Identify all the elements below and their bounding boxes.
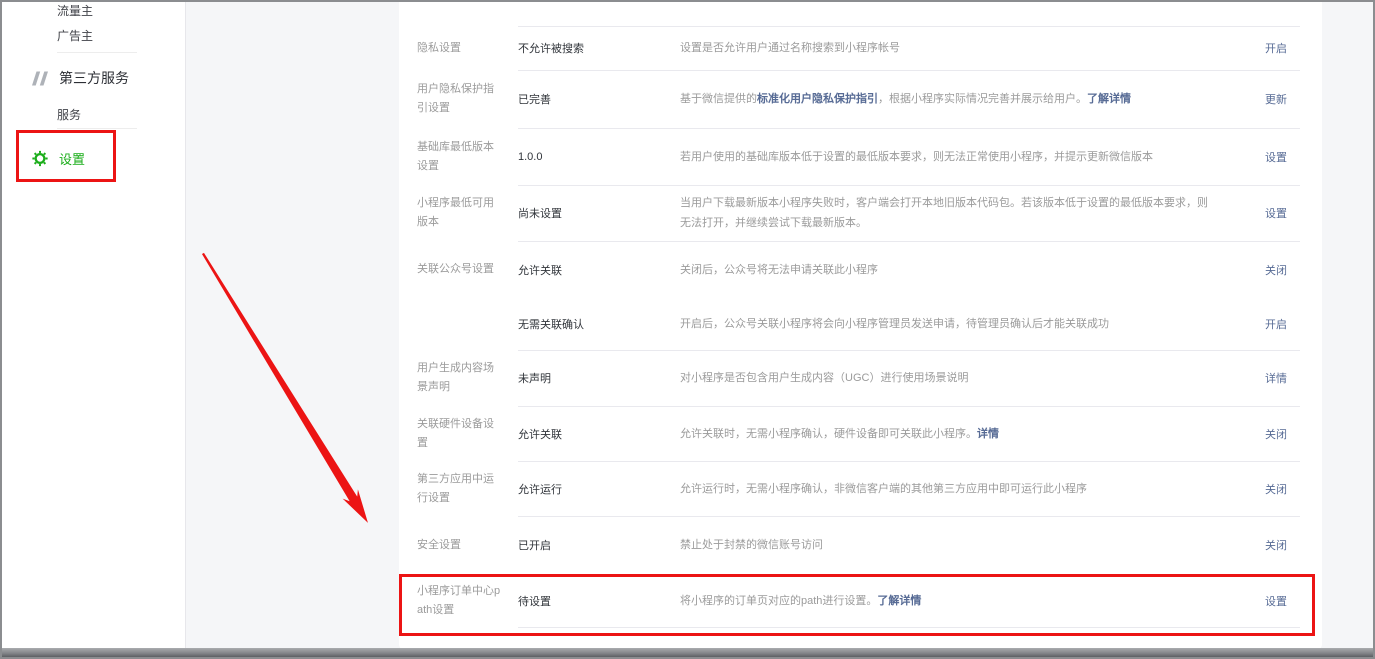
setting-description: 允许关联时，无需小程序确认，硬件设备即可关联此小程序。详情	[680, 424, 1244, 444]
description-link[interactable]: 标准化用户隐私保护指引	[757, 93, 878, 105]
sidebar-item-third-party-services[interactable]: 第三方服务	[32, 68, 129, 88]
setting-action-link[interactable]: 更新	[1265, 94, 1287, 106]
settings-row: 用户隐私保护指引设置 已完善 基于微信提供的标准化用户隐私保护指引，根据小程序实…	[399, 70, 1322, 128]
setting-value: 未声明	[518, 370, 680, 386]
sidebar-item-advertiser[interactable]: 广告主	[57, 27, 93, 44]
setting-value: 允许关联	[518, 262, 680, 278]
setting-label: 关联硬件设备设置	[417, 415, 518, 453]
settings-row: 小程序订单中心path设置 待设置 将小程序的订单页对应的path进行设置。了解…	[399, 574, 1322, 627]
settings-row: 关联公众号设置 允许关联 关闭后，公众号将无法申请关联此小程序 关闭	[399, 241, 1322, 298]
setting-action-link[interactable]: 关闭	[1265, 484, 1287, 496]
setting-description: 开启后，公众号关联小程序将会向小程序管理员发送申请，待管理员确认后才能关联成功	[680, 314, 1244, 334]
setting-label: 隐私设置	[417, 39, 518, 58]
description-link[interactable]: 了解详情	[877, 595, 921, 607]
setting-value: 已开启	[518, 537, 680, 553]
sidebar: 流量主 广告主 第三方服务 服务	[2, 2, 186, 649]
settings-row: 第三方应用中运行设置 允许运行 允许运行时，无需小程序确认，非微信客户端的其他第…	[399, 461, 1322, 516]
setting-action-cell: 设置	[1244, 204, 1300, 222]
settings-row: 小程序最低可用版本 尚未设置 当用户下载最新版本小程序失败时，客户端会打开本地旧…	[399, 185, 1322, 241]
setting-value: 待设置	[518, 593, 680, 609]
setting-label: 关联公众号设置	[417, 260, 518, 279]
setting-value: 尚未设置	[518, 205, 680, 221]
setting-action-link[interactable]: 设置	[1265, 208, 1287, 220]
sidebar-item-label: 第三方服务	[59, 68, 129, 88]
description-link[interactable]: 了解详情	[1087, 93, 1131, 105]
settings-row: 无需关联确认 开启后，公众号关联小程序将会向小程序管理员发送申请，待管理员确认后…	[399, 298, 1322, 350]
setting-description: 将小程序的订单页对应的path进行设置。了解详情	[680, 591, 1244, 611]
settings-row: 关联硬件设备设置 允许关联 允许关联时，无需小程序确认，硬件设备即可关联此小程序…	[399, 406, 1322, 461]
setting-action-link[interactable]: 详情	[1265, 373, 1287, 385]
setting-action-cell: 设置	[1244, 148, 1300, 166]
setting-description: 关闭后，公众号将无法申请关联此小程序	[680, 260, 1244, 280]
setting-action-link[interactable]: 关闭	[1265, 540, 1287, 552]
setting-value: 不允许被搜索	[518, 40, 680, 56]
window-bottom-edge	[2, 648, 1373, 657]
setting-action-link[interactable]: 设置	[1265, 152, 1287, 164]
setting-description: 当用户下载最新版本小程序失败时，客户端会打开本地旧版本代码包。若该版本低于设置的…	[680, 193, 1244, 233]
settings-row: 用户生成内容场景声明 未声明 对小程序是否包含用户生成内容（UGC）进行使用场景…	[399, 350, 1322, 406]
setting-description: 禁止处于封禁的微信账号访问	[680, 535, 1244, 555]
setting-value: 1.0.0	[518, 151, 680, 163]
setting-action-cell: 关闭	[1244, 425, 1300, 443]
setting-label: 用户隐私保护指引设置	[417, 80, 518, 118]
setting-action-link[interactable]: 开启	[1265, 43, 1287, 55]
setting-label: 基础库最低版本设置	[417, 138, 518, 176]
row-divider	[518, 627, 1300, 628]
setting-action-link[interactable]: 设置	[1265, 596, 1287, 608]
setting-action-cell: 开启	[1244, 315, 1300, 333]
gear-icon	[32, 151, 48, 167]
setting-label: 安全设置	[417, 536, 518, 555]
sidebar-item-settings[interactable]: 设置	[32, 149, 85, 168]
setting-value: 已完善	[518, 91, 680, 107]
app-window: 流量主 广告主 第三方服务 服务	[0, 0, 1375, 659]
sidebar-divider	[57, 52, 137, 53]
setting-value: 允许运行	[518, 481, 680, 497]
settings-row: 隐私设置 不允许被搜索 设置是否允许用户通过名称搜索到小程序帐号 开启	[399, 26, 1322, 70]
setting-description: 基于微信提供的标准化用户隐私保护指引，根据小程序实际情况完善并展示给用户。了解详…	[680, 89, 1244, 109]
setting-action-link[interactable]: 开启	[1265, 319, 1287, 331]
setting-action-cell: 设置	[1244, 592, 1300, 610]
setting-value: 允许关联	[518, 426, 680, 442]
setting-description: 设置是否允许用户通过名称搜索到小程序帐号	[680, 38, 1244, 58]
setting-value: 无需关联确认	[518, 316, 680, 332]
sidebar-item-label: 设置	[59, 149, 85, 168]
setting-action-cell: 关闭	[1244, 536, 1300, 554]
setting-action-cell: 关闭	[1244, 480, 1300, 498]
settings-row: 安全设置 已开启 禁止处于封禁的微信账号访问 关闭	[399, 516, 1322, 574]
sidebar-divider	[57, 128, 137, 129]
setting-description: 若用户使用的基础库版本低于设置的最低版本要求，则无法正常使用小程序，并提示更新微…	[680, 147, 1244, 167]
sidebar-item-services[interactable]: 服务	[57, 106, 81, 123]
settings-panel: 隐私设置 不允许被搜索 设置是否允许用户通过名称搜索到小程序帐号 开启 用户隐私…	[399, 2, 1322, 650]
setting-label: 小程序订单中心path设置	[417, 582, 518, 620]
setting-description: 对小程序是否包含用户生成内容（UGC）进行使用场景说明	[680, 368, 1244, 388]
setting-label: 第三方应用中运行设置	[417, 470, 518, 508]
description-link[interactable]: 详情	[977, 428, 999, 440]
setting-label: 用户生成内容场景声明	[417, 359, 518, 397]
setting-action-link[interactable]: 关闭	[1265, 429, 1287, 441]
setting-label: 小程序最低可用版本	[417, 194, 518, 232]
setting-action-cell: 开启	[1244, 39, 1300, 57]
settings-row: 基础库最低版本设置 1.0.0 若用户使用的基础库版本低于设置的最低版本要求，则…	[399, 128, 1322, 185]
setting-action-cell: 关闭	[1244, 261, 1300, 279]
setting-action-link[interactable]: 关闭	[1265, 265, 1287, 277]
setting-description: 允许运行时，无需小程序确认，非微信客户端的其他第三方应用中即可运行此小程序	[680, 479, 1244, 499]
setting-action-cell: 更新	[1244, 90, 1300, 108]
setting-action-cell: 详情	[1244, 369, 1300, 387]
sidebar-item-traffic[interactable]: 流量主	[57, 2, 93, 19]
third-party-icon	[32, 70, 48, 86]
